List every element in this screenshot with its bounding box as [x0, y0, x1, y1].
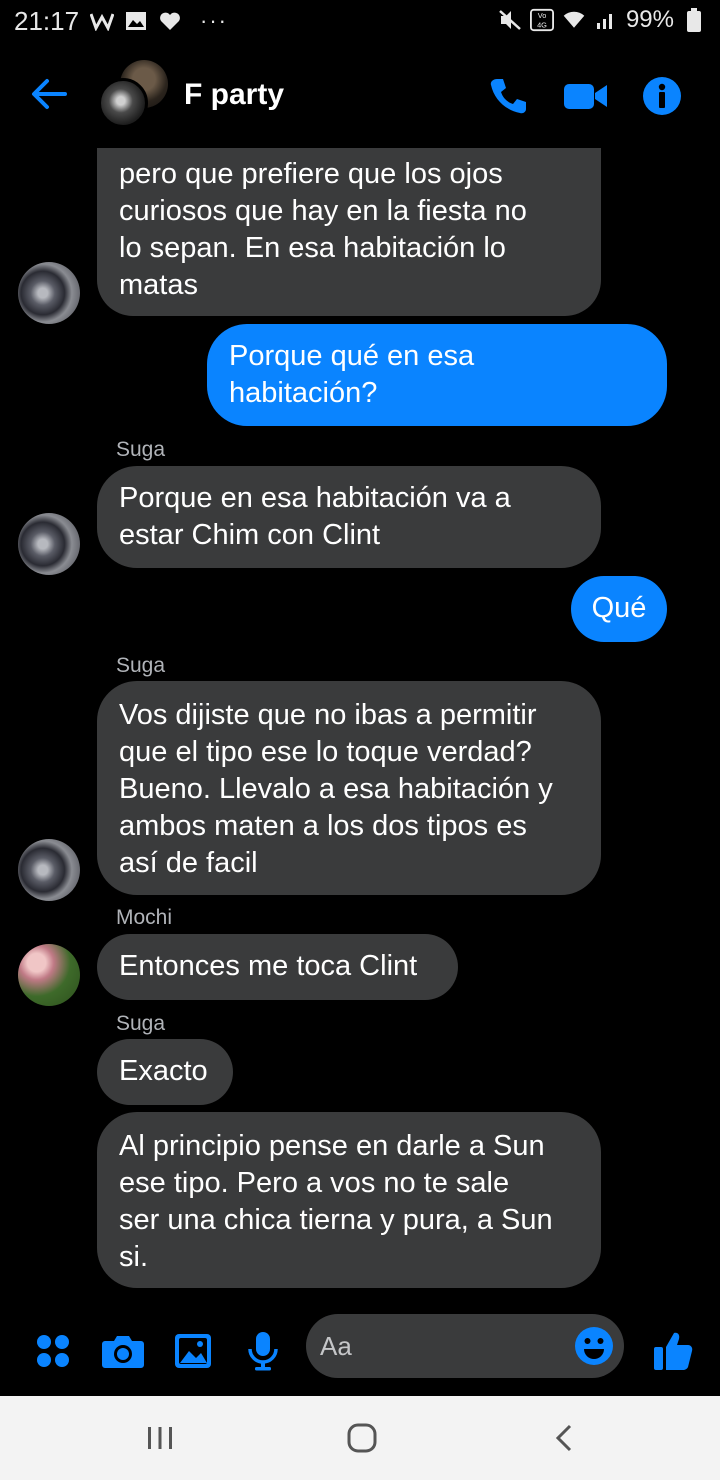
message-line: Al principio pense en darle a Sun [119, 1130, 545, 1162]
message-line: ambos maten a los dos tipos es [119, 810, 527, 842]
notification-icons: ··· [90, 8, 228, 34]
message-line: así de facil [119, 847, 258, 879]
volte-icon: Vo 4G [529, 8, 554, 32]
system-back-button[interactable] [534, 1418, 594, 1458]
message-bubble[interactable]: Entonces me toca Clint [97, 934, 458, 1000]
recent-apps-button[interactable] [130, 1418, 190, 1458]
member-avatar [98, 78, 148, 128]
sender-avatar[interactable] [18, 262, 80, 324]
sender-avatar[interactable] [18, 944, 80, 1006]
apps-button[interactable] [28, 1326, 78, 1376]
info-button[interactable] [638, 72, 686, 120]
message-bubble[interactable]: Porque en esa habitación va a estar Chim… [97, 466, 601, 568]
sender-avatar[interactable] [18, 839, 80, 901]
info-icon [643, 77, 681, 115]
battery-percent: 99% [625, 6, 674, 33]
signal-icon [594, 8, 618, 32]
message-line: pero que prefiere que los ojos [119, 158, 503, 190]
sender-name: Suga [116, 654, 166, 677]
more-notifications: ··· [200, 8, 228, 33]
status-bar: 21:17 ··· Vo 4G 99% [0, 0, 720, 44]
wifi-icon [562, 8, 586, 32]
thumbs-up-icon [654, 1332, 693, 1370]
video-camera-icon [564, 84, 607, 109]
phone-icon [490, 79, 526, 114]
home-button[interactable] [332, 1418, 392, 1458]
message-line: Vos dijiste que no ibas a permitir [119, 699, 537, 731]
camera-icon [102, 1336, 144, 1368]
system-nav-bar [0, 1396, 720, 1480]
chat-header: F party [0, 44, 720, 148]
message-line: curiosos que hay en la fiesta no [119, 195, 527, 227]
microphone-icon [248, 1332, 278, 1371]
sender-name: Suga [116, 438, 166, 461]
message-bubble[interactable]: Exacto [97, 1039, 233, 1105]
sender-avatar[interactable] [18, 513, 80, 575]
status-right: Vo 4G 99% [498, 6, 706, 34]
chevron-left-icon [555, 1424, 572, 1452]
message-line: Porque qué en esa [229, 340, 475, 372]
back-button[interactable] [26, 74, 72, 114]
message-line: ese tipo. Pero a vos no te sale [119, 1167, 510, 1199]
message-line: Qué [591, 592, 647, 624]
gallery-button[interactable] [168, 1326, 218, 1376]
status-time: 21:17 [14, 6, 80, 36]
message-line: Entonces me toca Clint [119, 950, 418, 982]
message-line: estar Chim con Clint [119, 519, 381, 551]
group-avatar[interactable] [98, 60, 170, 130]
sender-name: Suga [116, 1012, 166, 1035]
message-line: lo sepan. En esa habitación lo [119, 232, 506, 264]
svg-text:4G: 4G [537, 20, 547, 29]
home-icon [347, 1423, 377, 1453]
w-notification-icon [90, 9, 114, 33]
chat-title[interactable]: F party [184, 78, 284, 112]
message-bubble[interactable]: pero que prefiere que los ojos curiosos … [97, 148, 601, 316]
message-input[interactable] [320, 1326, 560, 1366]
message-composer [0, 1310, 720, 1396]
like-button[interactable] [648, 1326, 698, 1376]
mute-icon [498, 8, 522, 32]
video-call-button[interactable] [562, 72, 610, 120]
message-line: Exacto [119, 1055, 208, 1087]
message-line: si. [119, 1241, 148, 1273]
sender-name: Mochi [116, 906, 173, 929]
message-line: Bueno. Llevalo a esa habitación y [119, 773, 553, 805]
svg-text:Vo: Vo [538, 11, 547, 20]
message-input-container[interactable] [306, 1314, 624, 1378]
message-bubble[interactable]: Al principio pense en darle a Sun ese ti… [97, 1112, 601, 1288]
message-line: habitación? [229, 377, 378, 409]
camera-button[interactable] [98, 1326, 148, 1376]
message-list[interactable]: pero que prefiere que los ojos curiosos … [0, 148, 720, 1310]
smiley-icon [575, 1327, 613, 1365]
message-line: matas [119, 269, 198, 301]
four-dots-icon [37, 1335, 69, 1367]
battery-icon [682, 8, 706, 32]
message-line: que el tipo ese lo toque verdad? [119, 736, 532, 768]
message-bubble[interactable]: Vos dijiste que no ibas a permitir que e… [97, 681, 601, 895]
voice-message-button[interactable] [238, 1326, 288, 1376]
heart-notification-icon [158, 9, 182, 33]
gallery-notification-icon [124, 9, 148, 33]
message-bubble[interactable]: Porque qué en esa habitación? [207, 324, 667, 426]
image-icon [175, 1334, 211, 1368]
call-button[interactable] [484, 72, 532, 120]
recent-apps-icon [148, 1427, 172, 1449]
message-line: Porque en esa habitación va a [119, 482, 511, 514]
back-arrow-icon [32, 79, 67, 109]
emoji-button[interactable] [574, 1326, 614, 1366]
message-line: ser una chica tierna y pura, a Sun [119, 1204, 553, 1236]
message-bubble[interactable]: Qué [571, 576, 667, 642]
